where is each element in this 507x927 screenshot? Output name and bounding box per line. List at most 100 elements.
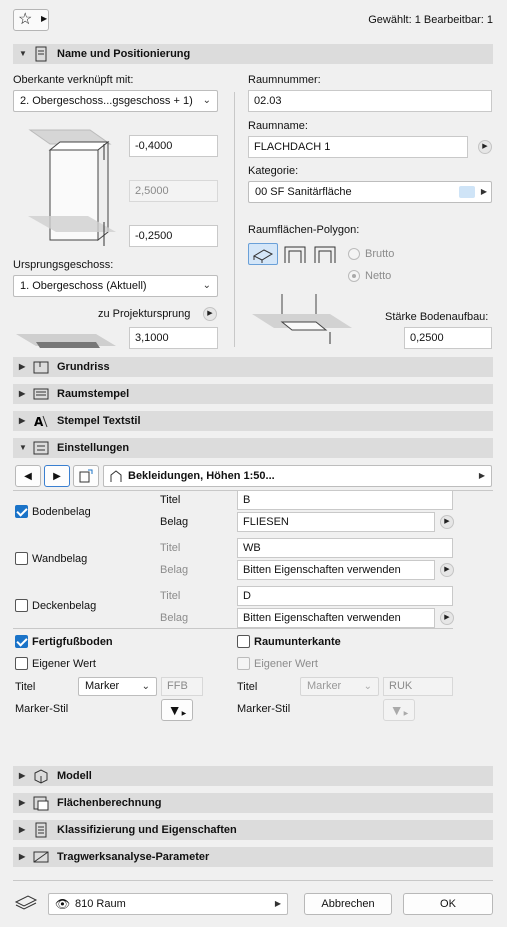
raum-own-value-checkbox <box>237 657 250 670</box>
section-flaechenberechnung[interactable]: ▶ Flächenberechnung <box>13 793 493 813</box>
raum-own-value-label: Eigener Wert <box>254 658 318 670</box>
bodenbelag-belag-label: Belag <box>160 516 189 528</box>
floor-thickness-diagram <box>252 294 352 344</box>
section-label: Modell <box>57 770 92 782</box>
wandbelag-belag-field[interactable]: Bitten Eigenschaften verwenden <box>237 560 435 580</box>
edit-list-button[interactable] <box>73 465 99 487</box>
triangle-right-icon: ▶ <box>19 362 26 371</box>
section-label: Klassifizierung und Eigenschaften <box>57 824 237 836</box>
section-stempel-textstil[interactable]: ▶ A Stempel Textstil <box>13 411 493 431</box>
floorplan-icon <box>33 361 49 374</box>
fertig-own-value-label: Eigener Wert <box>32 658 96 670</box>
chevron-down-icon: ⌄ <box>202 280 211 291</box>
bodenbelag-label: Bodenbelag <box>32 506 91 518</box>
cancel-button[interactable]: Abbrechen <box>304 893 392 915</box>
room-number-field[interactable]: 02.03 <box>248 90 492 112</box>
fertig-code-field: FFB <box>161 677 203 696</box>
section-name-positioning[interactable]: ▼ Name und Positionierung <box>13 44 493 64</box>
polygon-mode-inner-button[interactable] <box>282 243 308 265</box>
column-divider <box>234 92 235 347</box>
deckenbelag-checkbox[interactable] <box>15 599 28 612</box>
fertig-own-value-checkbox[interactable] <box>15 657 28 670</box>
layer-dropdown[interactable]: 👁 810 Raum ▶ <box>48 893 288 915</box>
to-origin-field[interactable]: 3,1000 <box>129 327 218 349</box>
netto-radio <box>348 270 360 282</box>
chevron-down-icon: ⌄ <box>141 681 150 692</box>
category-dropdown[interactable]: 00 SF Sanitärfläche ▶ <box>248 181 492 203</box>
favorites-button[interactable]: ☆ ▶ <box>13 9 49 31</box>
star-icon: ☆ <box>18 11 33 28</box>
floor-thickness-field[interactable]: 0,2500 <box>404 327 492 349</box>
section-label: Einstellungen <box>57 442 130 454</box>
home-story-dropdown[interactable]: 1. Obergeschoss (Aktuell) ⌄ <box>13 275 218 297</box>
bodenbelag-belag-field[interactable]: FLIESEN <box>237 512 435 532</box>
preset-value: Bekleidungen, Höhen 1:50... <box>128 470 275 482</box>
to-origin-arrow-button[interactable]: ▶ <box>203 307 217 321</box>
top-link-dropdown[interactable]: 2. Obergeschoss...gsgeschoss + 1) ⌄ <box>13 90 218 112</box>
deckenbelag-belag-field[interactable]: Bitten Eigenschaften verwenden <box>237 608 435 628</box>
height-field: 2,5000 <box>129 180 218 202</box>
section-title: Name und Positionierung <box>57 48 191 60</box>
chevron-down-icon: ⌄ <box>202 95 211 106</box>
fertig-marker-style-button[interactable]: ▼▶ <box>161 699 193 721</box>
section-klassifizierung[interactable]: ▶ Klassifizierung und Eigenschaften <box>13 820 493 840</box>
deckenbelag-label: Deckenbelag <box>32 600 97 612</box>
marker-triangle-icon: ▼ <box>389 702 404 718</box>
marker-triangle-icon: ▼ <box>167 702 182 718</box>
bodenbelag-checkbox[interactable] <box>15 505 28 518</box>
deckenbelag-titel-field[interactable]: D <box>237 586 453 606</box>
room-name-label: Raumname: <box>248 120 308 132</box>
brutto-label: Brutto <box>365 248 395 260</box>
category-color-swatch <box>459 186 475 198</box>
structural-icon <box>33 851 49 863</box>
chevron-right-icon: ▶ <box>41 14 48 23</box>
fertigfussboden-checkbox[interactable] <box>15 635 28 648</box>
raum-titel-label: Titel <box>237 681 258 693</box>
layers-icon <box>14 895 38 910</box>
wandbelag-checkbox[interactable] <box>15 552 28 565</box>
fertig-titel-label: Titel <box>15 681 36 693</box>
to-origin-label: zu Projektursprung <box>98 308 191 320</box>
wandbelag-titel-field[interactable]: WB <box>237 538 453 558</box>
document-icon <box>35 46 47 62</box>
section-raumstempel[interactable]: ▶ Raumstempel <box>13 384 493 404</box>
section-modell[interactable]: ▶ Modell <box>13 766 493 786</box>
raumunterkante-checkbox[interactable] <box>237 635 250 648</box>
triangle-right-icon: ▶ <box>19 416 26 425</box>
prev-button[interactable]: ◀ <box>15 465 41 487</box>
fertig-marker-value: Marker <box>85 680 120 692</box>
section-tragwerksanalyse[interactable]: ▶ Tragwerksanalyse-Parameter <box>13 847 493 867</box>
home-story-value: 1. Obergeschoss (Aktuell) <box>20 280 147 292</box>
bodenbelag-arrow-button[interactable]: ▶ <box>440 515 454 529</box>
section-grundriss[interactable]: ▶ Grundriss <box>13 357 493 377</box>
raumunterkante-label: Raumunterkante <box>254 636 341 648</box>
top-link-value: 2. Obergeschoss...gsgeschoss + 1) <box>20 95 193 107</box>
deckenbelag-arrow-button[interactable]: ▶ <box>440 611 454 625</box>
triangle-right-icon: ▶ <box>19 852 26 861</box>
bodenbelag-titel-label: Titel <box>160 494 181 506</box>
polygon-mode-3d-button[interactable] <box>248 243 278 265</box>
raum-marker-style-label: Marker-Stil <box>237 703 291 715</box>
fertig-marker-dropdown[interactable]: Marker ⌄ <box>78 677 157 696</box>
raum-marker-value: Marker <box>307 680 342 692</box>
room-name-field[interactable]: FLACHDACH 1 <box>248 136 468 158</box>
raum-code-field: RUK <box>383 677 453 696</box>
polygon-mode-outer-button[interactable] <box>312 243 338 265</box>
next-button[interactable]: ▶ <box>44 465 70 487</box>
edit-list-icon <box>79 469 93 483</box>
wandbelag-arrow-button[interactable]: ▶ <box>440 563 454 577</box>
chevron-right-icon: ▶ <box>181 711 187 717</box>
top-offset-field[interactable]: -0,4000 <box>129 135 218 157</box>
polygon-3d-icon <box>252 249 274 263</box>
bottom-offset-field[interactable]: -0,2500 <box>129 225 218 247</box>
triangle-down-icon: ▼ <box>19 49 27 58</box>
preset-dropdown[interactable]: Bekleidungen, Höhen 1:50... ▶ <box>103 465 492 487</box>
category-label: Kategorie: <box>248 165 299 177</box>
preset-icon <box>110 470 122 482</box>
section-label: Stempel Textstil <box>57 415 141 427</box>
room-name-arrow-button[interactable]: ▶ <box>478 140 492 154</box>
bodenbelag-titel-field[interactable]: B <box>237 490 453 510</box>
deckenbelag-titel-label: Titel <box>160 590 181 602</box>
ok-button[interactable]: OK <box>403 893 493 915</box>
section-einstellungen[interactable]: ▼ Einstellungen <box>13 438 493 458</box>
